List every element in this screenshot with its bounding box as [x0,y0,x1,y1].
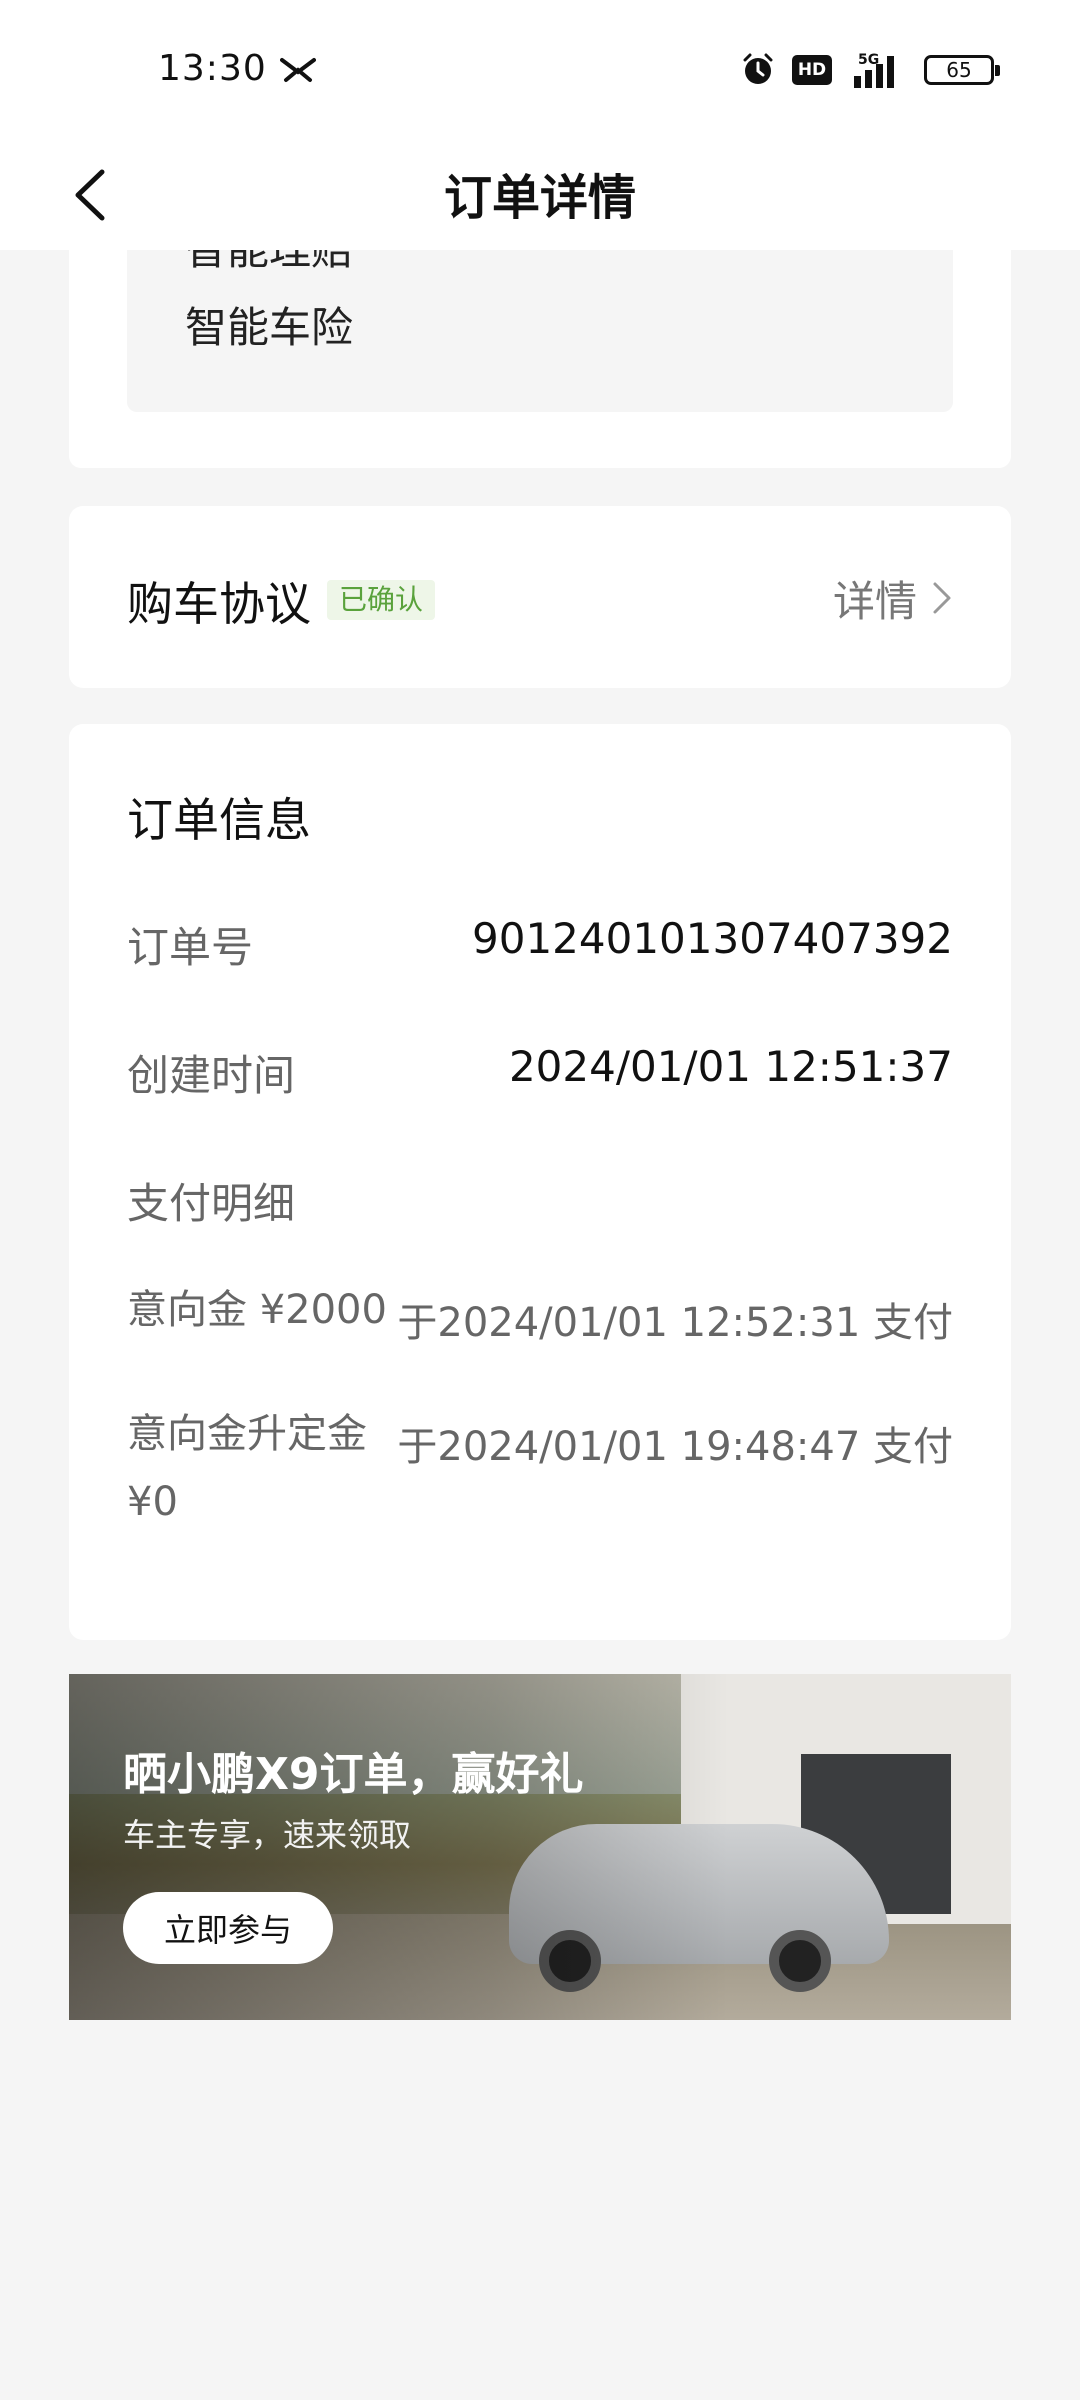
promo-banner[interactable]: 晒小鹏X9订单，赢好礼 车主专享，速来领取 立即参与 [69,1674,1011,2020]
page-title: 订单详情 [443,170,636,226]
agreement-card[interactable]: 购车协议 已确认 详情 [69,506,1011,688]
created-time-value: 2024/01/01 12:51:37 [508,1042,953,1091]
payment-item-time: 于2024/01/01 12:52:31 支付 [397,1300,953,1346]
nav-bar: 订单详情 [0,140,1080,250]
detail-label: 详情 [832,576,917,626]
status-time: 13:30 [158,48,267,89]
created-time-label: 创建时间 [127,1051,296,1100]
agreement-title: 购车协议 [127,577,311,631]
signal-icon: 5G [854,52,894,88]
status-icons: HD 5G 65 [740,48,1000,92]
payment-detail-label: 支付明细 [127,1179,296,1228]
payment-item-time: 于2024/01/01 19:48:47 支付 [397,1424,953,1470]
chevron-right-icon [933,582,951,614]
status-badge: 已确认 [327,580,436,620]
order-no-value: 901240101307407392 [472,914,953,963]
order-info-card: 订单信息 订单号 901240101307407392 创建时间 2024/01… [69,724,1011,1640]
service-item-claims: 智能理赔 [185,250,353,277]
join-now-button[interactable]: 立即参与 [123,1892,333,1964]
hd-icon: HD [792,55,832,85]
banner-subtitle: 车主专享，速来领取 [123,1816,412,1854]
services-list: 智能理赔 智能车险 [127,250,953,412]
status-bar: 13:30 HD 5G 65 [0,0,1080,140]
services-card: 智能理赔 智能车险 [69,250,1011,468]
order-info-title: 订单信息 [127,793,311,847]
payment-item-label: 意向金升定金 ¥0 [127,1411,367,1525]
alarm-icon [743,53,773,84]
order-no-label: 订单号 [127,923,254,972]
xpeng-logo-icon [280,58,316,82]
payment-item-label: 意向金 ¥2000 [127,1287,387,1333]
banner-title: 晒小鹏X9订单，赢好礼 [123,1749,584,1800]
service-item-insurance: 智能车险 [185,303,354,352]
battery-icon: 65 [924,55,1000,85]
agreement-detail-link[interactable]: 详情 [833,560,953,636]
